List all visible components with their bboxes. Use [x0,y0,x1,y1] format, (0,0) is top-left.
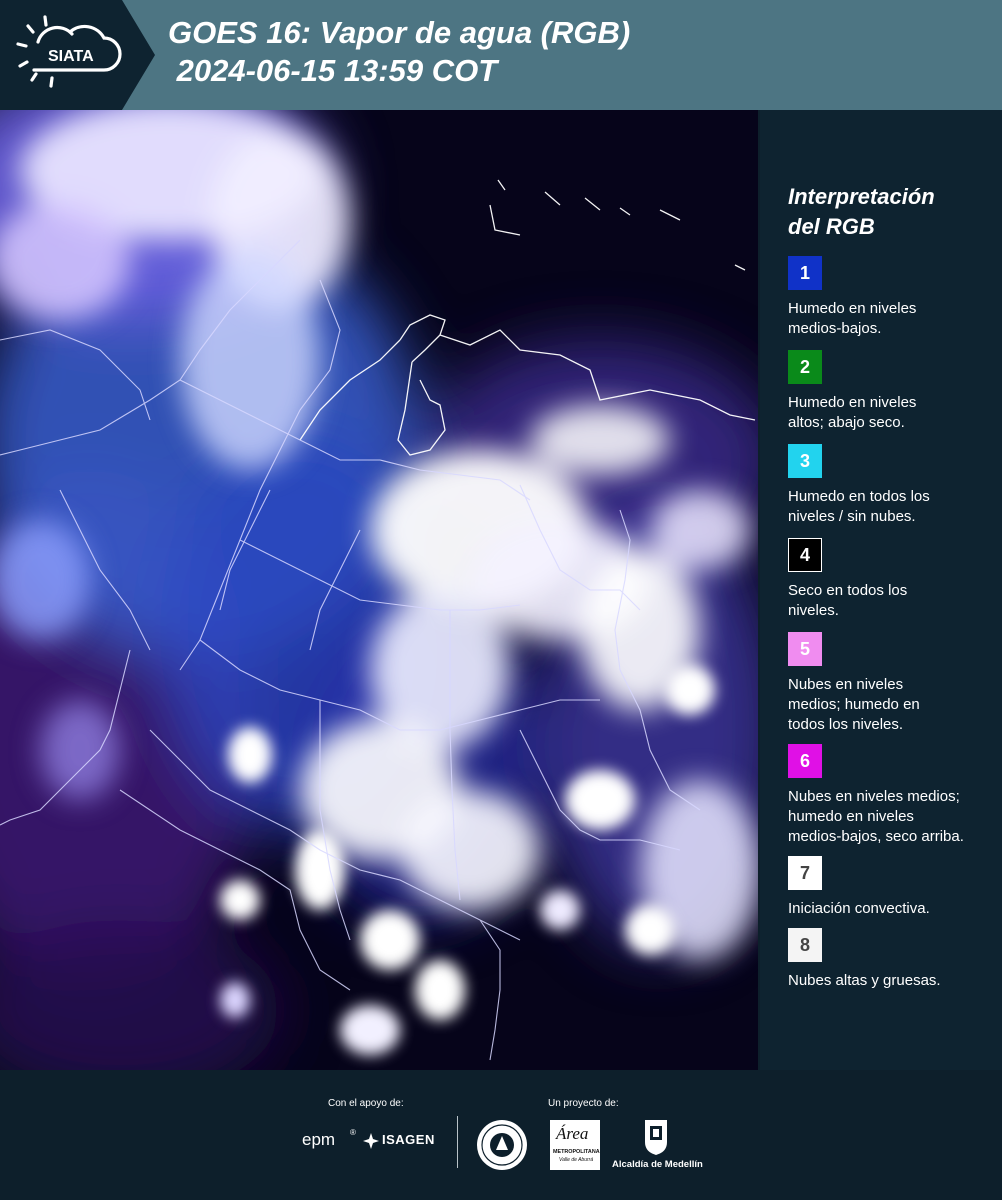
project-label: Un proyecto de: [548,1098,619,1109]
legend-swatch-6: 6 [788,744,822,778]
legend-swatch-7: 7 [788,856,822,890]
area-metropolitana-logo[interactable]: Área METROPOLITANA Valle de Aburrá [550,1120,600,1170]
metropolitana-text: METROPOLITANA [553,1149,600,1155]
isagen-icon [363,1133,379,1149]
legend-text-5: Nubes en niveles medios; humedo en todos… [788,676,920,733]
legend-text-1: Humedo en niveles medios-bajos. [788,300,917,337]
water-vapor-map [0,110,758,1070]
legend-text-2: Humedo en niveles altos; abajo seco. [788,394,917,431]
title-line-2: 2024-06-15 13:59 COT [168,53,498,88]
legend-item-6: 6 Nubes en niveles medios; humedo en nive… [788,744,998,847]
legend-swatch-5: 5 [788,632,822,666]
legend-text-7: Iniciación convectiva. [788,900,930,917]
legend-item-1: 1 Humedo en niveles medios-bajos. [788,256,998,339]
logo-text: SIATA [48,48,94,65]
legend-item-2: 2 Humedo en niveles altos; abajo seco. [788,350,998,433]
legend-swatch-2: 2 [788,350,822,384]
isagen-text: ISAGEN [382,1132,435,1147]
satellite-image[interactable] [0,110,758,1070]
alcaldia-text: Alcaldía de Medellín [612,1159,703,1170]
legend-text-6: Nubes en niveles medios; humedo en nivel… [788,788,964,845]
registered-mark: ® [350,1128,356,1137]
antioquia-seal-icon[interactable] [475,1118,529,1172]
legend-item-7: 7 Iniciación convectiva. [788,856,998,919]
footer-divider [457,1116,458,1168]
valle-text: Valle de Aburrá [559,1157,594,1163]
legend-swatch-3: 3 [788,444,822,478]
legend-text-8: Nubes altas y gruesas. [788,972,941,989]
epm-text: epm [302,1130,336,1149]
legend-swatch-4: 4 [788,538,822,572]
support-label: Con el apoyo de: [328,1098,404,1109]
legend-item-8: 8 Nubes altas y gruesas. [788,928,998,991]
area-text: Área [556,1124,589,1143]
legend-text-4: Seco en todos los niveles. [788,582,908,619]
legend-title: Interpretación del RGB [788,184,935,239]
legend-item-4: 4 Seco en todos los niveles. [788,538,998,621]
legend-item-5: 5 Nubes en niveles medios; humedo en todo… [788,632,998,735]
title-line-1: GOES 16: Vapor de agua (RGB) [168,15,631,50]
legend-text-3: Humedo en todos los niveles / sin nubes. [788,488,930,525]
page-title: GOES 16: Vapor de agua (RGB) 2024-06-15 … [168,14,630,90]
footer: Con el apoyo de: Un proyecto de: epm ® I… [0,1070,1002,1200]
siata-logo[interactable]: SIATA [12,14,124,94]
legend-swatch-1: 1 [788,256,822,290]
medellin-shield-icon[interactable] [643,1118,669,1156]
legend-item-3: 3 Humedo en todos los niveles / sin nubes… [788,444,998,527]
legend-swatch-8: 8 [788,928,822,962]
rgb-legend: Interpretación del RGB 1 Humedo en nivele… [760,110,1002,1070]
isagen-logo[interactable]: ISAGEN [362,1132,442,1152]
